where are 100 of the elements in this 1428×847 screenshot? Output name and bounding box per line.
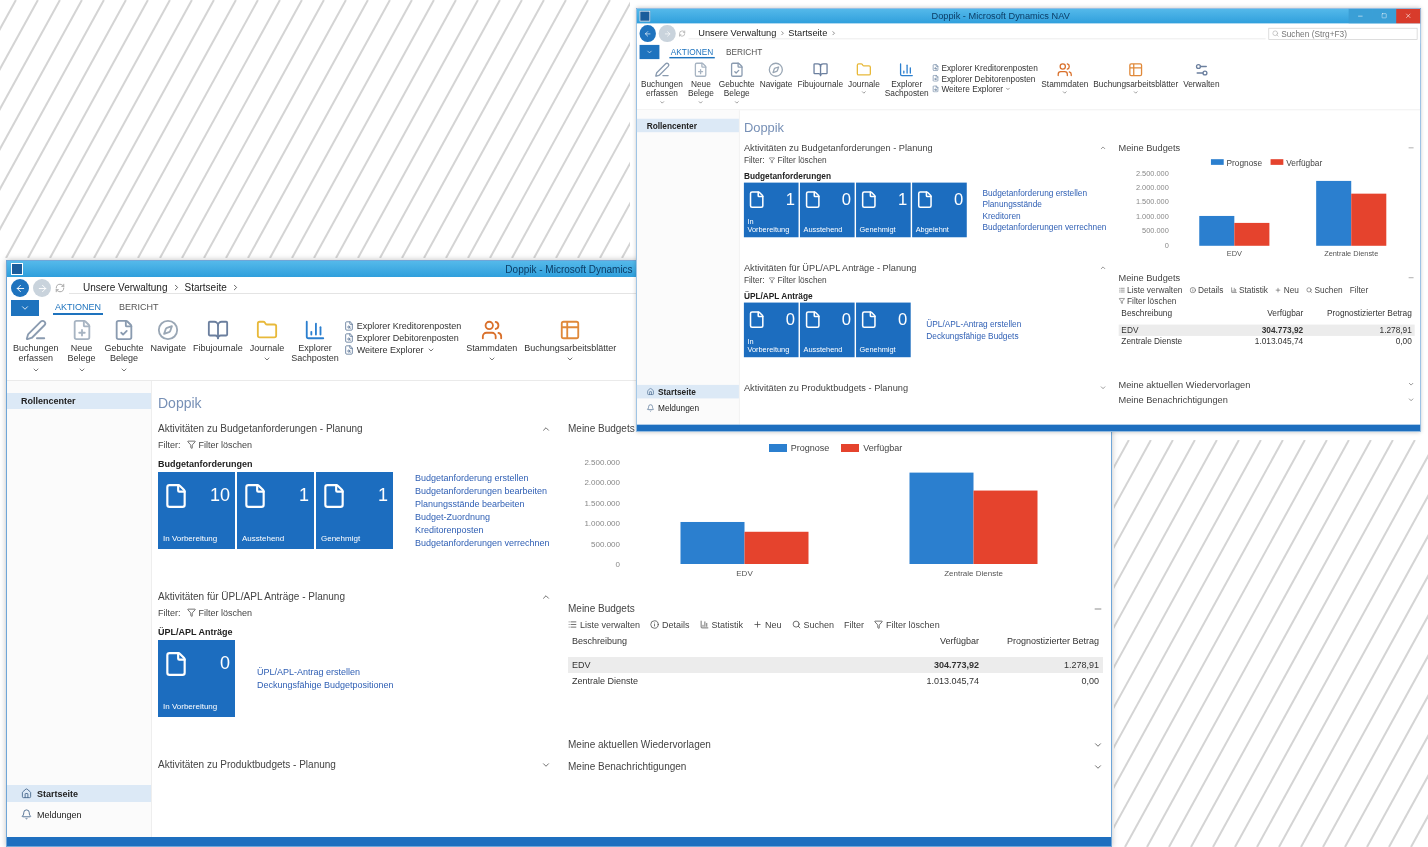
toolbar-button[interactable]: Suchen: [791, 619, 835, 630]
ribbon-button[interactable]: Verwalten: [1181, 61, 1221, 89]
nav-item[interactable]: Rollencenter: [636, 118, 739, 132]
ribbon-button[interactable]: Journale: [846, 61, 882, 96]
action-link[interactable]: Deckungsfähige Budgetpositionen: [257, 679, 394, 690]
column-header[interactable]: Prognostizierter Betrag: [1310, 308, 1412, 318]
folder-icon: [856, 61, 872, 78]
table-cell-text: 0,00: [1080, 675, 1099, 686]
ribbon-button[interactable]: Explorer Kreditorenposten: [343, 321, 462, 331]
ribbon-button[interactable]: Buchungen erfassen: [11, 319, 61, 374]
toolbar-button[interactable]: Statistik: [1230, 285, 1268, 295]
table-row[interactable]: Zentrale Dienste 1.013.045,74 0,00: [1118, 335, 1415, 348]
nav-item[interactable]: Meldungen: [7, 806, 151, 823]
axis-label: 2.000.000: [584, 478, 620, 488]
ribbon-button[interactable]: Navigate: [758, 61, 794, 89]
clear-filter-button[interactable]: Filter löschen: [768, 155, 827, 165]
close-button[interactable]: [1396, 8, 1421, 24]
breadcrumb-item[interactable]: Startseite: [788, 27, 828, 39]
clear-filter-button[interactable]: Filter löschen: [186, 439, 253, 450]
table-row[interactable]: Zentrale Dienste 1.013.045,74 0,00: [568, 672, 1103, 689]
book-icon: [812, 61, 828, 78]
table-row[interactable]: EDV 304.773,92 1.278,91: [568, 656, 1103, 673]
action-link[interactable]: Budgetanforderungen verrechnen: [982, 222, 1107, 232]
ribbon-tab[interactable]: AKTIONEN: [669, 46, 715, 59]
ribbon-button[interactable]: Explorer Debitorenposten: [343, 333, 462, 343]
clear-filter-button[interactable]: Filter löschen: [768, 275, 827, 285]
column-header[interactable]: Prognostizierter Betrag: [989, 635, 1099, 646]
ribbon-button[interactable]: Explorer Sachposten: [289, 319, 341, 364]
toolbar-button[interactable]: Neu: [1275, 285, 1299, 295]
toolbar-button[interactable]: Liste verwalten: [1118, 285, 1183, 295]
action-link[interactable]: Kreditorenposten: [415, 524, 550, 535]
action-link[interactable]: Budget-Zuordnung: [415, 511, 550, 522]
ribbon-button[interactable]: Fibujournale: [191, 319, 245, 354]
refresh-icon[interactable]: [55, 283, 65, 293]
ribbon-button[interactable]: Buchungsarbeitsblätter: [1091, 61, 1180, 96]
clear-filter-button[interactable]: Filter löschen: [186, 607, 253, 618]
toolbar-button[interactable]: Details: [650, 619, 690, 630]
toolbar-button[interactable]: Filter löschen: [874, 619, 940, 630]
back-button[interactable]: [639, 25, 657, 42]
nav-item[interactable]: Rollencenter: [7, 392, 151, 409]
ribbon-button[interactable]: Weitere Explorer: [343, 345, 462, 355]
ribbon-tab[interactable]: AKTIONEN: [53, 301, 103, 315]
toolbar-button[interactable]: Details: [1189, 285, 1224, 295]
action-link[interactable]: Budgetanforderung erstellen: [982, 188, 1107, 198]
breadcrumb-item[interactable]: Unsere Verwaltung: [83, 282, 168, 293]
column-header[interactable]: Beschreibung: [1121, 308, 1219, 318]
ribbon-button[interactable]: Navigate: [148, 319, 189, 354]
toolbar-button[interactable]: Filter löschen: [1118, 295, 1177, 306]
ribbon-button[interactable]: Fibujournale: [795, 61, 845, 89]
axis-label: 1.500.000: [1135, 197, 1169, 207]
back-button[interactable]: [11, 279, 29, 297]
ribbon-button[interactable]: Journale: [247, 319, 287, 364]
toolbar-button[interactable]: Statistik: [699, 619, 744, 630]
column-header[interactable]: Beschreibung: [572, 635, 859, 646]
column-header[interactable]: Verfügbar: [869, 635, 979, 646]
toolbar-button[interactable]: Filter: [1349, 285, 1369, 295]
ribbon-button[interactable]: Stammdaten: [1039, 61, 1090, 96]
nav-item[interactable]: Startseite: [7, 785, 151, 802]
breadcrumb-item[interactable]: Unsere Verwaltung: [698, 27, 777, 39]
cue-tile[interactable]: 10 In Vorbereitung: [158, 471, 235, 549]
action-link[interactable]: Deckungsfähige Budgets: [926, 330, 1022, 341]
action-link[interactable]: ÜPL/APL-Antrag erstellen: [926, 319, 1022, 329]
action-link[interactable]: Kreditoren: [982, 210, 1107, 220]
ribbon-tab[interactable]: BERICHT: [724, 46, 764, 59]
nav-item[interactable]: Meldungen: [636, 401, 739, 415]
file-menu-button[interactable]: [639, 44, 660, 60]
breadcrumb-item[interactable]: Startseite: [184, 282, 227, 293]
action-link[interactable]: ÜPL/APL-Antrag erstellen: [257, 666, 394, 677]
minimize-button[interactable]: [1348, 8, 1373, 24]
nav-item[interactable]: Startseite: [636, 384, 739, 399]
action-link[interactable]: Planungsstände: [982, 199, 1107, 209]
cue-tile[interactable]: 0 In Vorbereitung: [158, 639, 235, 717]
ribbon-button[interactable]: Buchungsarbeitsblätter: [522, 319, 619, 364]
ribbon-button[interactable]: Gebuchte Belege: [717, 61, 757, 105]
ribbon-button[interactable]: Stammdaten: [464, 319, 520, 364]
toolbar-button[interactable]: Liste verwalten: [568, 619, 641, 630]
toolbar-button[interactable]: Neu: [753, 619, 782, 630]
toolbar-button[interactable]: Filter: [844, 619, 865, 630]
table-row[interactable]: EDV 304.773,92 1.278,91: [1118, 324, 1415, 336]
ribbon-button[interactable]: Gebuchte Belege: [102, 319, 146, 374]
action-link[interactable]: Planungsstände bearbeiten: [415, 498, 550, 509]
action-link[interactable]: Budgetanforderungen bearbeiten: [415, 485, 550, 496]
column-header[interactable]: Verfügbar: [1225, 308, 1304, 318]
cue-tile[interactable]: 1 Ausstehend: [237, 471, 314, 549]
action-link[interactable]: Budgetanforderung erstellen: [415, 472, 550, 483]
ribbon-tab[interactable]: BERICHT: [117, 301, 161, 315]
toolbar-button[interactable]: Suchen: [1305, 285, 1343, 295]
ribbon-button[interactable]: Buchungen erfassen: [639, 61, 685, 105]
group-title: ÜPL/APL Anträge: [743, 291, 814, 301]
people-icon: [1057, 61, 1073, 78]
ribbon-button[interactable]: Explorer Sachposten: [883, 61, 931, 98]
ribbon-button[interactable]: Neue Belege: [63, 319, 100, 374]
ribbon-button[interactable]: Neue Belege: [686, 61, 716, 105]
ribbon-button[interactable]: Weitere Explorer: [932, 84, 1038, 94]
maximize-button[interactable]: [1372, 8, 1397, 24]
action-link[interactable]: Budgetanforderungen verrechnen: [415, 537, 550, 548]
ribbon-button[interactable]: Explorer Kreditorenposten: [932, 63, 1038, 73]
ribbon-button[interactable]: Explorer Debitorenposten: [932, 73, 1038, 84]
section-title: Meine Benachrichtigungen: [568, 761, 687, 773]
cue-tile[interactable]: 1 Genehmigt: [316, 471, 393, 549]
